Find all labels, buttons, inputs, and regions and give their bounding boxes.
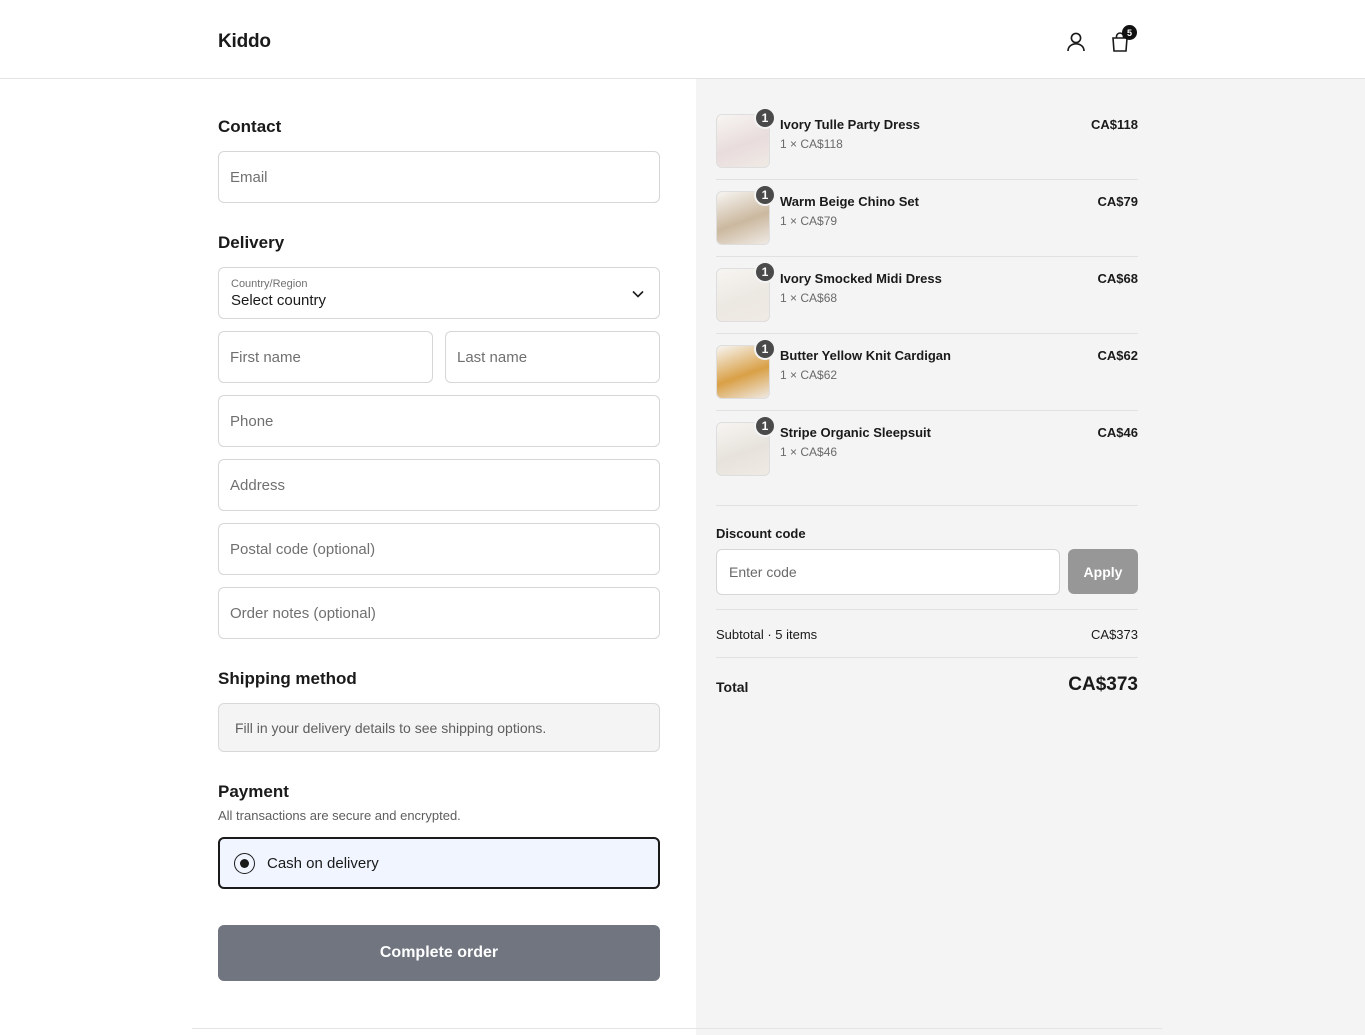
email-input[interactable] bbox=[230, 168, 648, 186]
product-price: CA$62 bbox=[1097, 348, 1138, 363]
cart-item: 1 Warm Beige Chino Set 1 × CA$79 CA$79 bbox=[716, 156, 1138, 245]
delivery-title: Delivery bbox=[218, 233, 285, 252]
divider bbox=[716, 609, 1138, 610]
store-logo[interactable]: Kiddo bbox=[218, 31, 271, 53]
cart-icon[interactable]: 5 bbox=[1109, 25, 1137, 54]
cart-item: 1 Ivory Tulle Party Dress 1 × CA$118 CA$… bbox=[716, 79, 1138, 168]
email-field[interactable] bbox=[218, 151, 660, 203]
postal-code-field[interactable] bbox=[218, 523, 660, 575]
divider bbox=[716, 505, 1138, 506]
shipping-message: Fill in your delivery details to see shi… bbox=[235, 719, 547, 736]
discount-label: Discount code bbox=[716, 526, 806, 541]
last-name-input[interactable] bbox=[457, 348, 648, 366]
cart-item: 1 Stripe Organic Sleepsuit 1 × CA$46 CA$… bbox=[716, 387, 1138, 476]
quantity-badge: 1 bbox=[754, 415, 776, 437]
apply-discount-button[interactable]: Apply bbox=[1068, 549, 1138, 594]
site-header: Kiddo 5 bbox=[0, 0, 1365, 79]
product-name: Ivory Smocked Midi Dress bbox=[780, 271, 942, 286]
subtotal-label: Subtotal · 5 items bbox=[716, 627, 818, 642]
address-input[interactable] bbox=[230, 476, 648, 494]
shipping-info-box: Fill in your delivery details to see shi… bbox=[218, 703, 660, 752]
chevron-down-icon bbox=[632, 290, 644, 298]
phone-field[interactable] bbox=[218, 395, 660, 447]
product-price: CA$79 bbox=[1097, 194, 1138, 209]
product-name: Warm Beige Chino Set bbox=[780, 194, 919, 209]
product-price: CA$118 bbox=[1091, 117, 1138, 132]
first-name-input[interactable] bbox=[230, 348, 421, 366]
total-value: CA$373 bbox=[1068, 674, 1138, 695]
postal-code-input[interactable] bbox=[230, 540, 648, 558]
total-label: Total bbox=[716, 679, 749, 695]
cart-item: 1 Ivory Smocked Midi Dress 1 × CA$68 CA$… bbox=[716, 233, 1138, 322]
last-name-field[interactable] bbox=[445, 331, 660, 383]
country-label: Country/Region bbox=[231, 277, 308, 290]
product-unit-price: 1 × CA$118 bbox=[780, 137, 843, 151]
country-select[interactable]: Country/Region Select country bbox=[218, 267, 660, 319]
radio-button[interactable] bbox=[234, 852, 255, 874]
address-field[interactable] bbox=[218, 459, 660, 511]
discount-input[interactable] bbox=[729, 564, 1047, 580]
order-notes-input[interactable] bbox=[230, 604, 648, 622]
product-name: Stripe Organic Sleepsuit bbox=[780, 425, 931, 440]
order-notes-field[interactable] bbox=[218, 587, 660, 639]
divider bbox=[192, 1028, 1162, 1029]
subtotal-value: CA$373 bbox=[1091, 627, 1138, 642]
first-name-field[interactable] bbox=[218, 331, 433, 383]
quantity-badge: 1 bbox=[754, 107, 776, 129]
payment-option-label: Cash on delivery bbox=[267, 854, 379, 872]
cart-item: 1 Butter Yellow Knit Cardigan 1 × CA$62 … bbox=[716, 310, 1138, 399]
contact-title: Contact bbox=[218, 117, 282, 136]
shipping-title: Shipping method bbox=[218, 669, 357, 688]
quantity-badge: 1 bbox=[754, 261, 776, 283]
radio-selected-dot bbox=[240, 858, 249, 868]
country-value: Select country bbox=[231, 291, 327, 309]
payment-option-cod[interactable]: Cash on delivery bbox=[218, 837, 660, 889]
quantity-badge: 1 bbox=[754, 184, 776, 206]
product-unit-price: 1 × CA$62 bbox=[780, 368, 838, 382]
product-unit-price: 1 × CA$46 bbox=[780, 445, 838, 459]
product-price: CA$46 bbox=[1097, 425, 1138, 440]
phone-input[interactable] bbox=[230, 412, 648, 430]
product-name: Ivory Tulle Party Dress bbox=[780, 117, 920, 132]
product-unit-price: 1 × CA$79 bbox=[780, 214, 838, 228]
complete-order-button[interactable]: Complete order bbox=[218, 925, 660, 981]
divider bbox=[716, 657, 1138, 658]
product-name: Butter Yellow Knit Cardigan bbox=[780, 348, 951, 363]
cart-count-badge: 5 bbox=[1122, 25, 1137, 40]
product-price: CA$68 bbox=[1097, 271, 1138, 286]
account-icon[interactable] bbox=[1065, 30, 1087, 54]
quantity-badge: 1 bbox=[754, 338, 776, 360]
product-unit-price: 1 × CA$68 bbox=[780, 291, 838, 305]
payment-title: Payment bbox=[218, 782, 289, 801]
payment-subtitle: All transactions are secure and encrypte… bbox=[218, 808, 461, 823]
discount-field[interactable] bbox=[716, 549, 1060, 595]
